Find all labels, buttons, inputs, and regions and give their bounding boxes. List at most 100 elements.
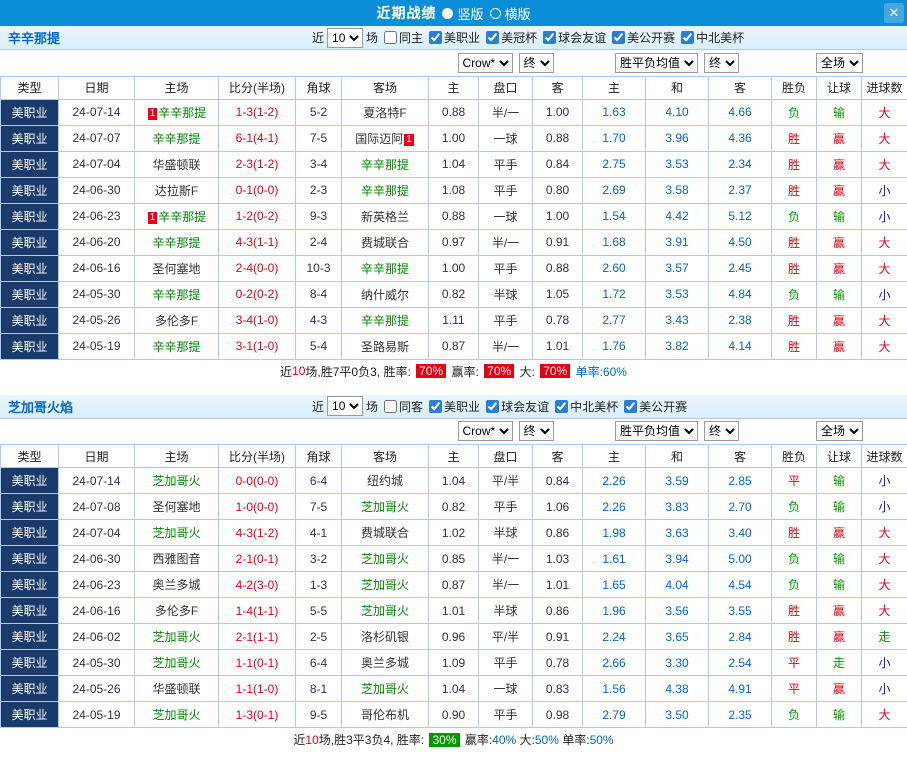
goals-result-cell: 大 bbox=[862, 229, 907, 255]
filter-option[interactable]: 美冠杯 bbox=[486, 29, 537, 46]
column-header: 和 bbox=[646, 445, 709, 468]
filter-checkbox[interactable] bbox=[429, 400, 442, 413]
score-cell: 3-4(1-0) bbox=[219, 307, 296, 333]
goals-result-cell: 小 bbox=[862, 177, 907, 203]
handicap-away-odds: 0.88 bbox=[533, 255, 583, 281]
filter-option[interactable]: 同客 bbox=[384, 398, 423, 415]
column-header-row: 类型日期主场比分(半场)角球客场主盘口客主和客胜负让球进球数 bbox=[1, 445, 907, 468]
league-cell: 美职业 bbox=[1, 151, 59, 177]
filter-option[interactable]: 中北美杯 bbox=[555, 398, 618, 415]
filter-option[interactable]: 美公开赛 bbox=[612, 29, 675, 46]
filter-checkbox[interactable] bbox=[681, 31, 694, 44]
date-cell: 24-05-26 bbox=[59, 307, 135, 333]
handicap-home-odds: 1.01 bbox=[429, 598, 479, 624]
corners-cell: 4-1 bbox=[296, 520, 342, 546]
handicap-home-odds: 0.96 bbox=[429, 624, 479, 650]
filter-checkbox[interactable] bbox=[384, 31, 397, 44]
company-select[interactable]: Crow* bbox=[458, 421, 513, 441]
avg-draw-odds: 3.57 bbox=[646, 255, 709, 281]
company-state-select[interactable]: 终 bbox=[519, 53, 554, 73]
company-state-select[interactable]: 终 bbox=[519, 421, 554, 441]
league-cell: 美职业 bbox=[1, 676, 59, 702]
scope-select[interactable]: 全场 bbox=[816, 421, 863, 441]
score-cell: 3-1(1-0) bbox=[219, 333, 296, 359]
filter-option[interactable]: 美公开赛 bbox=[624, 398, 687, 415]
filter-group: 同客美职业 球会友谊中北美杯美公开赛 bbox=[381, 398, 687, 415]
avg-select[interactable]: 胜平负均值 bbox=[615, 53, 698, 73]
radio-selected-icon[interactable] bbox=[442, 8, 453, 19]
date-cell: 24-06-30 bbox=[59, 177, 135, 203]
column-header: 主场 bbox=[135, 76, 219, 99]
filter-option[interactable]: 球会友谊 bbox=[486, 398, 549, 415]
filter-checkbox[interactable] bbox=[624, 400, 637, 413]
matches-body: 美职业24-07-14芝加哥火0-0(0-0)6-4纽约城1.04平/半0.84… bbox=[1, 468, 907, 728]
avg-home-odds: 1.54 bbox=[583, 203, 646, 229]
handicap-away-odds: 0.91 bbox=[533, 624, 583, 650]
column-header: 主 bbox=[429, 76, 479, 99]
filter-checkbox[interactable] bbox=[429, 31, 442, 44]
filter-checkbox[interactable] bbox=[486, 31, 499, 44]
filter-checkbox[interactable] bbox=[612, 31, 625, 44]
asian-result-cell: 输 bbox=[817, 546, 862, 572]
filter-checkbox[interactable] bbox=[384, 400, 397, 413]
filter-label: 球会友谊 bbox=[501, 398, 549, 415]
handicap-home-odds: 0.85 bbox=[429, 546, 479, 572]
league-cell: 美职业 bbox=[1, 520, 59, 546]
company-select[interactable]: Crow* bbox=[458, 53, 513, 73]
column-header-row: 类型日期主场比分(半场)角球客场主盘口客主和客胜负让球进球数 bbox=[1, 76, 907, 99]
handicap-away-odds: 1.03 bbox=[533, 546, 583, 572]
filter-option[interactable]: 中北美杯 bbox=[681, 29, 744, 46]
home-team-cell: 芝加哥火 bbox=[135, 520, 219, 546]
handicap-away-odds: 0.83 bbox=[533, 676, 583, 702]
filter-option[interactable]: 同主 bbox=[384, 29, 423, 46]
column-header: 客 bbox=[709, 445, 772, 468]
avg-home-odds: 2.26 bbox=[583, 494, 646, 520]
handicap-away-odds: 0.86 bbox=[533, 520, 583, 546]
radio-unselected-icon[interactable] bbox=[490, 8, 501, 19]
handicap-home-odds: 1.04 bbox=[429, 151, 479, 177]
score-cell: 1-3(0-1) bbox=[219, 702, 296, 728]
summary-text: 10 bbox=[305, 733, 318, 747]
column-header: 客场 bbox=[342, 76, 429, 99]
handicap-cell: 半/一 bbox=[479, 229, 533, 255]
away-team-cell: 费城联合 bbox=[342, 229, 429, 255]
column-header: 日期 bbox=[59, 76, 135, 99]
view-option-horizontal[interactable]: 横版 bbox=[490, 4, 531, 23]
match-count-select[interactable]: 10 bbox=[327, 28, 363, 48]
match-row: 美职业24-06-02芝加哥火2-1(1-1)2-5洛杉矶银0.96平/半0.9… bbox=[1, 624, 907, 650]
handicap-home-odds: 0.82 bbox=[429, 281, 479, 307]
avg-state-select[interactable]: 终 bbox=[704, 53, 739, 73]
filter-checkbox[interactable] bbox=[555, 400, 568, 413]
scope-select[interactable]: 全场 bbox=[816, 53, 863, 73]
avg-state-select[interactable]: 终 bbox=[704, 421, 739, 441]
home-team-cell: 辛辛那提 bbox=[135, 125, 219, 151]
date-cell: 24-07-08 bbox=[59, 494, 135, 520]
asian-result-cell: 输 bbox=[817, 468, 862, 494]
filter-checkbox[interactable] bbox=[543, 31, 556, 44]
avg-away-odds: 4.36 bbox=[709, 125, 772, 151]
handicap-away-odds: 1.01 bbox=[533, 333, 583, 359]
avg-home-odds: 1.65 bbox=[583, 572, 646, 598]
view-option-vertical[interactable]: 竖版 bbox=[442, 4, 483, 23]
summary-text: 近 bbox=[280, 363, 292, 380]
result-cell: 胜 bbox=[772, 177, 817, 203]
filter-option[interactable]: 美职业 bbox=[429, 398, 480, 415]
filter-option[interactable]: 美职业 bbox=[429, 29, 480, 46]
goals-result-cell: 小 bbox=[862, 281, 907, 307]
close-button[interactable]: ✕ bbox=[884, 3, 904, 23]
filter-option[interactable]: 球会友谊 bbox=[543, 29, 606, 46]
asian-result-cell: 输 bbox=[817, 702, 862, 728]
handicap-cell: 平手 bbox=[479, 177, 533, 203]
match-row: 美职业24-06-20辛辛那提4-3(1-1)2-4费城联合0.97半/一0.9… bbox=[1, 229, 907, 255]
match-count-select[interactable]: 10 bbox=[327, 396, 363, 416]
away-team-cell: 费城联合 bbox=[342, 520, 429, 546]
goals-result-cell: 大 bbox=[862, 125, 907, 151]
corners-cell: 1-3 bbox=[296, 572, 342, 598]
avg-select[interactable]: 胜平负均值 bbox=[615, 421, 698, 441]
filter-checkbox[interactable] bbox=[486, 400, 499, 413]
league-cell: 美职业 bbox=[1, 307, 59, 333]
home-team-cell: 多伦多F bbox=[135, 598, 219, 624]
match-row: 美职业24-07-141辛辛那提1-3(1-2)5-2夏洛特F0.88半/一1.… bbox=[1, 99, 907, 125]
handicap-away-odds: 1.01 bbox=[533, 572, 583, 598]
avg-home-odds: 1.98 bbox=[583, 520, 646, 546]
